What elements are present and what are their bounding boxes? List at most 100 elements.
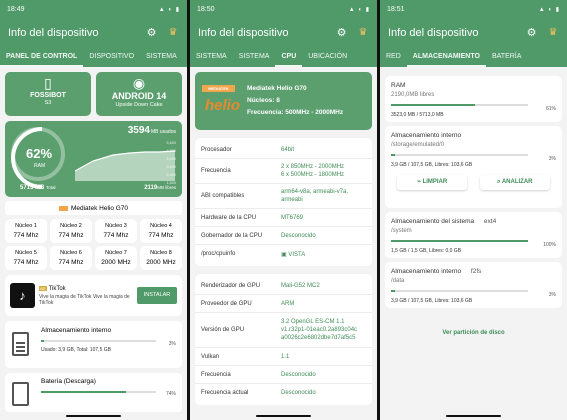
app-bar: Info del dispositivo ⚙ ♛ <box>380 18 567 48</box>
gear-icon[interactable]: ⚙ <box>525 27 538 40</box>
cpu-row: Frecuencia 2 x 850MHz - 2000MHz 6 x 500MH… <box>195 159 372 184</box>
storage-actions: ⌁ LIMPIAR ⌕ ANALIZAR <box>391 175 556 190</box>
tab-system[interactable]: Sistema <box>140 48 183 67</box>
battery-percent: 74% <box>165 391 176 397</box>
analyze-icon: ⌕ <box>497 179 501 185</box>
broom-icon: ⌁ <box>417 179 421 185</box>
data-progress <box>391 290 528 292</box>
cpu-frequency: Frecuencia: 500MHz - 2000MHz <box>247 109 344 116</box>
crown-icon[interactable]: ♛ <box>167 27 179 39</box>
core-card: Núcleo 6 774 Mhz <box>50 246 92 270</box>
device-card[interactable]: ▯ FOSSIBOT S3 <box>5 72 91 116</box>
mediatek-icon <box>58 205 68 211</box>
dashboard-screen: 18:49 ▲ ◐ ▮ Info del dispositivo ⚙ ♛ Pan… <box>0 0 187 420</box>
status-icons: ▲ ◐ ▮ <box>538 6 560 13</box>
ad-copy: AD TikTok Vive la magia de TikTok Vive la… <box>39 285 130 306</box>
ram-graph <box>75 150 175 181</box>
data-values: 3,9 GB / 107,5 GB, Libres: 103,6 GB <box>391 298 473 304</box>
ram-card[interactable]: 62% RAM 3594MB usados 5,600 4,800 4,000 3,2… <box>5 121 182 197</box>
tab-storage[interactable]: Almacenamiento <box>406 48 486 67</box>
cpu-row: ABI compatibles arm64-v8a, armeabi-v7a, a… <box>195 184 372 209</box>
tab-cpu[interactable]: CPU <box>275 48 303 67</box>
status-time: 18:49 <box>7 5 25 13</box>
tab-bar: RED Almacenamiento Batería <box>380 48 567 67</box>
ram-values: 3523,0 MB / 5713,0 MB <box>391 112 444 118</box>
cpu-cores: Núcleos: 8 <box>247 97 280 104</box>
gpu-row: Frecuencia Desconocido <box>195 366 372 384</box>
gesture-bar[interactable] <box>190 412 377 420</box>
core-card: Núcleo 7 2000 MHz <box>95 246 137 270</box>
disk-partition-link[interactable]: Ver partición de disco <box>385 330 562 336</box>
gesture-bar[interactable] <box>380 412 567 420</box>
status-icons: ▲ ◐ ▮ <box>158 6 180 13</box>
tab-dashboard[interactable]: Panel de control <box>0 48 84 67</box>
app-bar: Info del dispositivo ⚙ ♛ <box>190 18 377 48</box>
android-card[interactable]: ◉ ANDROID 14 Upside Down Cake <box>96 72 182 116</box>
android-codename: Upside Down Cake <box>115 102 163 108</box>
view-cpuinfo-button[interactable]: ▣ VISTA <box>281 251 366 258</box>
cpu-summary: Mediatek Helio G70 Núcleos: 8 Frecuencia… <box>239 83 343 119</box>
cpu-row: Gobernador de la CPU Desconocido <box>195 227 372 245</box>
app-title: Info del dispositivo <box>8 27 99 39</box>
helio-logo: MEDIATEK helio <box>201 84 240 118</box>
tab-device[interactable]: Dispositivo <box>83 48 140 67</box>
status-time: 18:50 <box>197 5 215 13</box>
core-card: Núcleo 5 774 Mhz <box>5 246 47 270</box>
status-bar: 18:51 ▲ ◐ ▮ <box>380 0 567 18</box>
cpu-screen: 18:50 ▲ ◐ ▮ Info del dispositivo ⚙ ♛ Sis… <box>190 0 377 420</box>
chip-title[interactable]: Mediatek Helio G70 <box>5 201 182 215</box>
android-icon: ◉ <box>132 75 146 91</box>
tab-bar: Sistema Sistema CPU Ubicación <box>190 48 377 67</box>
internal-percent: 3% <box>548 156 556 162</box>
system-progress <box>391 240 528 242</box>
gpu-row: Frecuencia actual Desconocido <box>201 390 316 396</box>
ram-progress <box>391 104 528 106</box>
cpu-name: Mediatek Helio G70 <box>247 85 307 92</box>
system-values: 1,5 GB / 1,5 GB, Libres: 0,0 GB <box>391 248 462 254</box>
app-title: Info del dispositivo <box>388 27 479 39</box>
system-title: Almacenamiento del sistema ext4 <box>391 218 497 225</box>
data-percent: 3% <box>548 292 556 298</box>
storage-icon <box>12 332 29 356</box>
tab-location[interactable]: Ubicación <box>302 48 353 67</box>
install-button[interactable]: INSTALAR <box>137 287 177 304</box>
tiktok-ad[interactable]: ♪ AD TikTok Vive la magia de TikTok Vive … <box>5 275 182 316</box>
tab-network[interactable]: RED <box>380 48 407 67</box>
data-title: Almacenamiento interno f2fs <box>391 268 482 275</box>
system-storage-card: Almacenamiento del sistema ext4 /system … <box>385 212 562 258</box>
crown-icon[interactable]: ♛ <box>547 27 559 39</box>
cpu-row[interactable]: /proc/cpuinfo ▣ VISTA <box>195 245 372 263</box>
ram-storage-card: RAM 2190,0MB libres 61% 3523,0 MB / 5713… <box>385 76 562 122</box>
gesture-bar[interactable] <box>0 412 187 420</box>
device-model: S3 <box>44 100 52 106</box>
cpu-summary-card: MEDIATEK helio Mediatek Helio G70 Núcleos… <box>195 72 372 130</box>
cpu-row: Hardware de la CPU MT6769 <box>195 209 372 227</box>
tab-battery[interactable]: Batería <box>486 48 527 67</box>
internal-title: Almacenamiento interno <box>391 132 462 139</box>
internal-values: 3,9 GB / 107,5 GB, Libres: 103,6 GB <box>391 162 473 168</box>
gpu-row: Versión de GPU 3.2 OpenGL ES-CM 1.1 v1.r3… <box>195 313 372 348</box>
tab-system-2[interactable]: Sistema <box>233 48 276 67</box>
internal-storage-card[interactable]: Almacenamiento interno 3% Usado: 3,9 GB,… <box>5 321 182 368</box>
ram-percent: 62% <box>26 146 53 161</box>
gear-icon[interactable]: ⚙ <box>145 27 158 40</box>
storage-percent: 3% <box>168 341 176 347</box>
crown-icon[interactable]: ♛ <box>357 27 369 39</box>
system-path: /system <box>391 228 412 234</box>
storage-progress <box>41 340 156 342</box>
analyze-button[interactable]: ⌕ ANALIZAR <box>479 175 550 190</box>
gpu-row: Renderizador de GPU Mali-G52 MC2 <box>195 277 372 295</box>
cpu-info-card: Procesador 64bit Frecuencia 2 x 850MHz - 2… <box>195 138 372 266</box>
clean-button[interactable]: ⌁ LIMPIAR <box>397 175 468 190</box>
ram-total: 5713 MB Total <box>20 185 56 191</box>
battery-card[interactable]: Batería (Descarga) 74% <box>5 373 182 413</box>
core-card: Núcleo 2 774 Mhz <box>50 219 92 243</box>
cpu-content: MEDIATEK helio Mediatek Helio G70 Núcleos… <box>190 67 377 420</box>
ram-label: RAM <box>34 163 46 169</box>
gear-icon[interactable]: ⚙ <box>335 27 348 40</box>
core-card: Núcleo 4 774 Mhz <box>140 219 182 243</box>
tiktok-icon: ♪ <box>10 283 35 308</box>
status-bar: 18:49 ▲ ◐ ▮ <box>0 0 187 18</box>
tab-system[interactable]: Sistema <box>190 48 233 67</box>
ram-scale: 5,600 4,800 4,000 3,200 2,400 1,600 <box>166 141 176 185</box>
